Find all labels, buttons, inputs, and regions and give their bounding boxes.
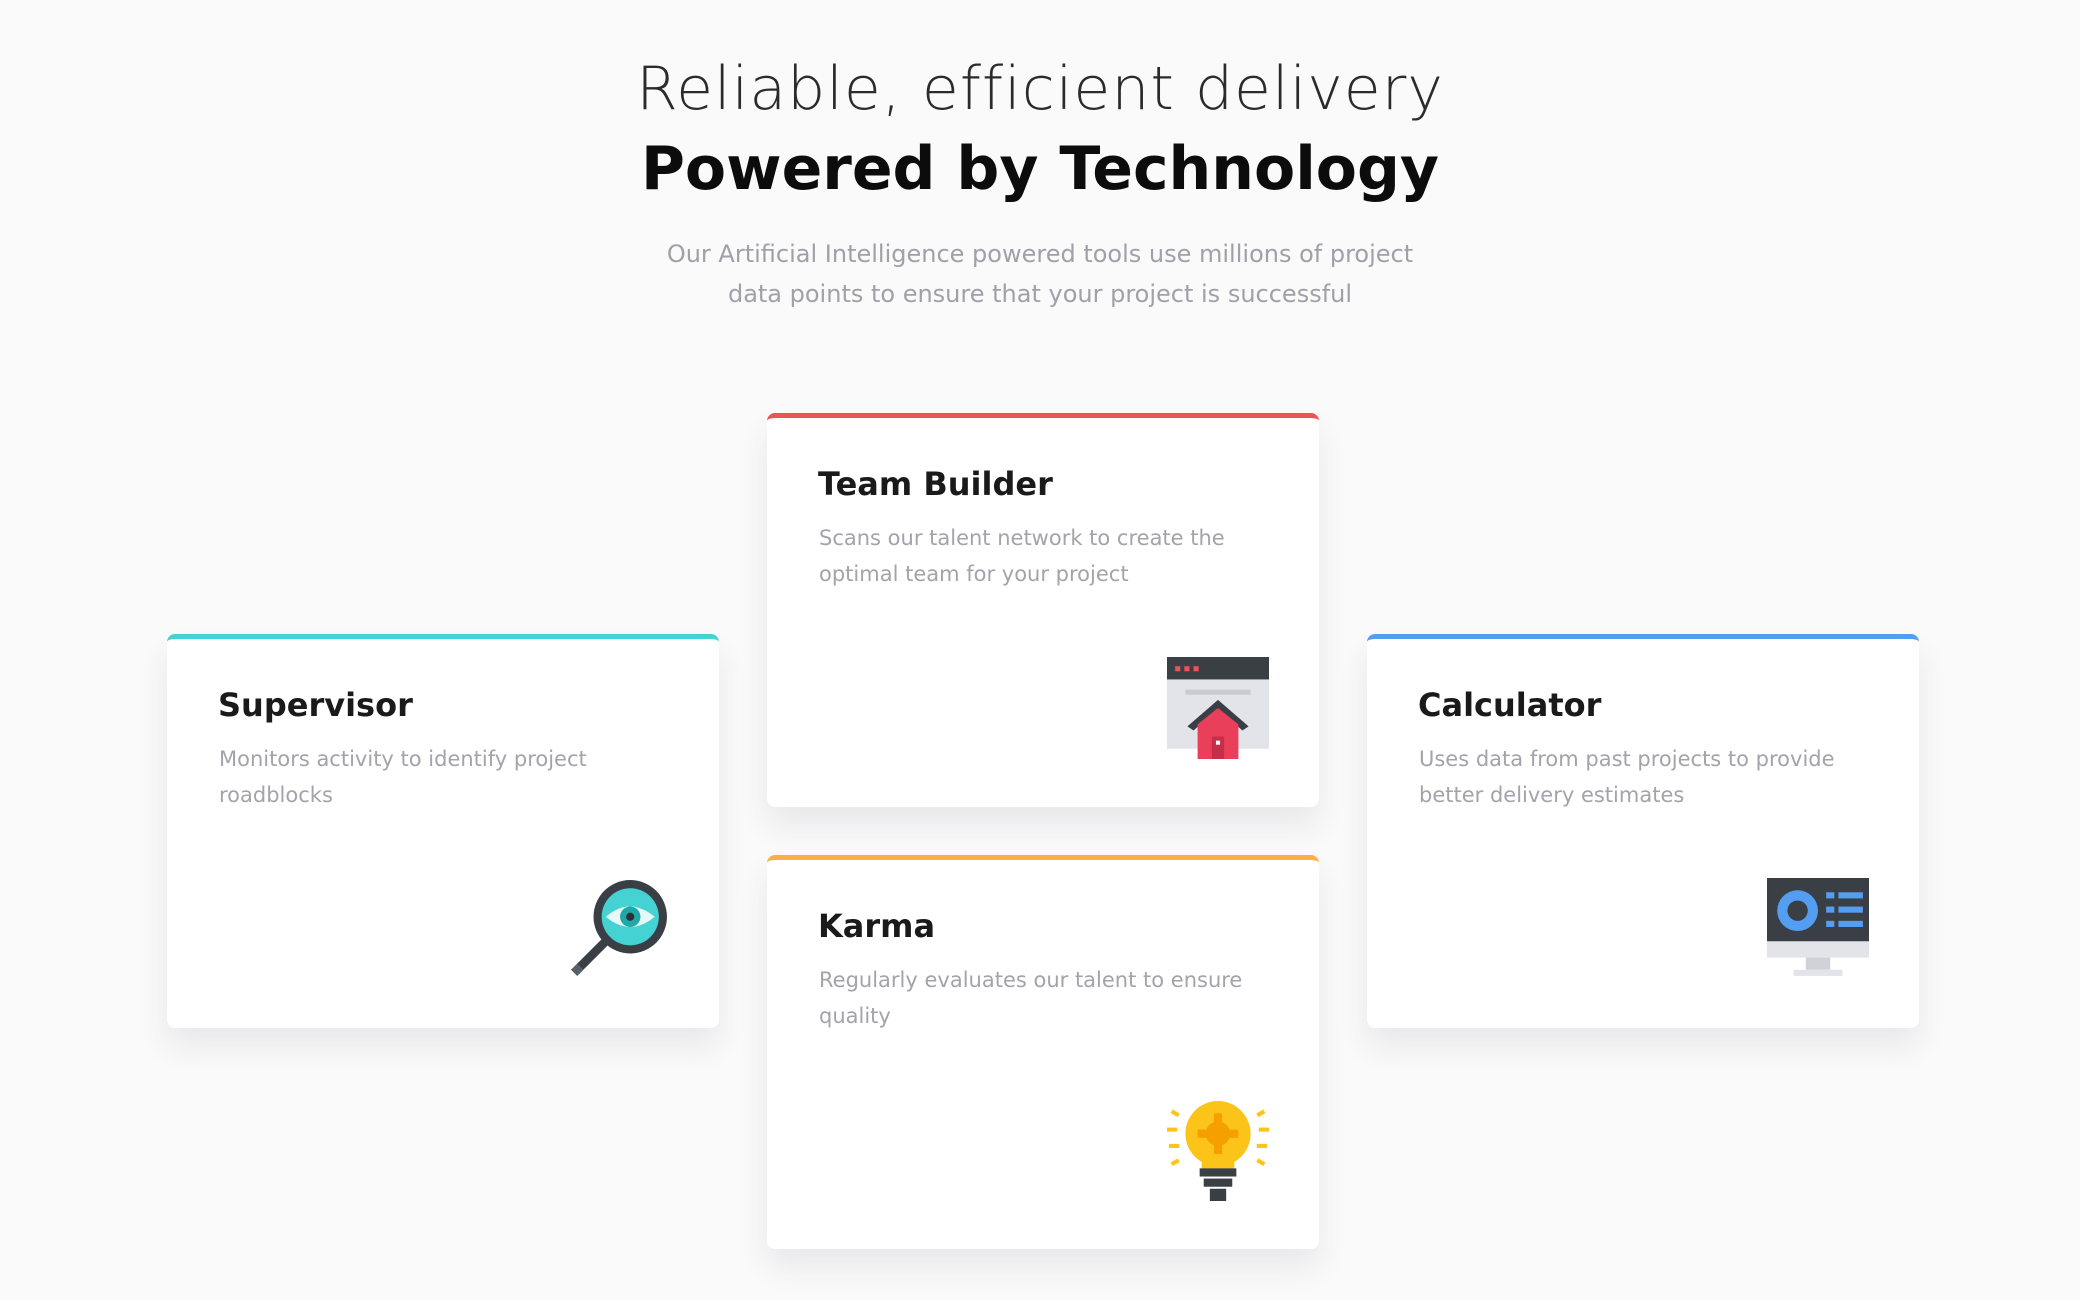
lightbulb-icon	[1167, 1099, 1269, 1201]
card-title: Calculator	[1418, 686, 1602, 724]
card-title: Team Builder	[818, 465, 1053, 503]
section-subtitle-light: Reliable, efficient delivery	[636, 54, 1444, 124]
monitor-chart-icon	[1767, 878, 1869, 980]
card-description: Uses data from past projects to provide …	[1419, 747, 1835, 807]
card-title: Karma	[818, 907, 936, 945]
card-team-builder: Team Builder Scans our talent network to…	[767, 413, 1319, 807]
card-description: Regularly evaluates our talent to ensure…	[819, 968, 1243, 1028]
card-calculator: Calculator Uses data from past projects …	[1367, 634, 1919, 1028]
card-karma: Karma Regularly evaluates our talent to …	[767, 855, 1319, 1249]
card-description: Monitors activity to identify project ro…	[219, 747, 587, 807]
card-description: Scans our talent network to create the o…	[819, 526, 1225, 586]
window-house-icon	[1167, 657, 1269, 759]
section-title: Powered by Technology	[640, 134, 1440, 204]
section-description: Our Artificial Intelligence powered tool…	[666, 240, 1414, 308]
card-title: Supervisor	[218, 686, 413, 724]
card-supervisor: Supervisor Monitors activity to identify…	[167, 634, 719, 1028]
magnifier-eye-icon	[567, 878, 669, 980]
